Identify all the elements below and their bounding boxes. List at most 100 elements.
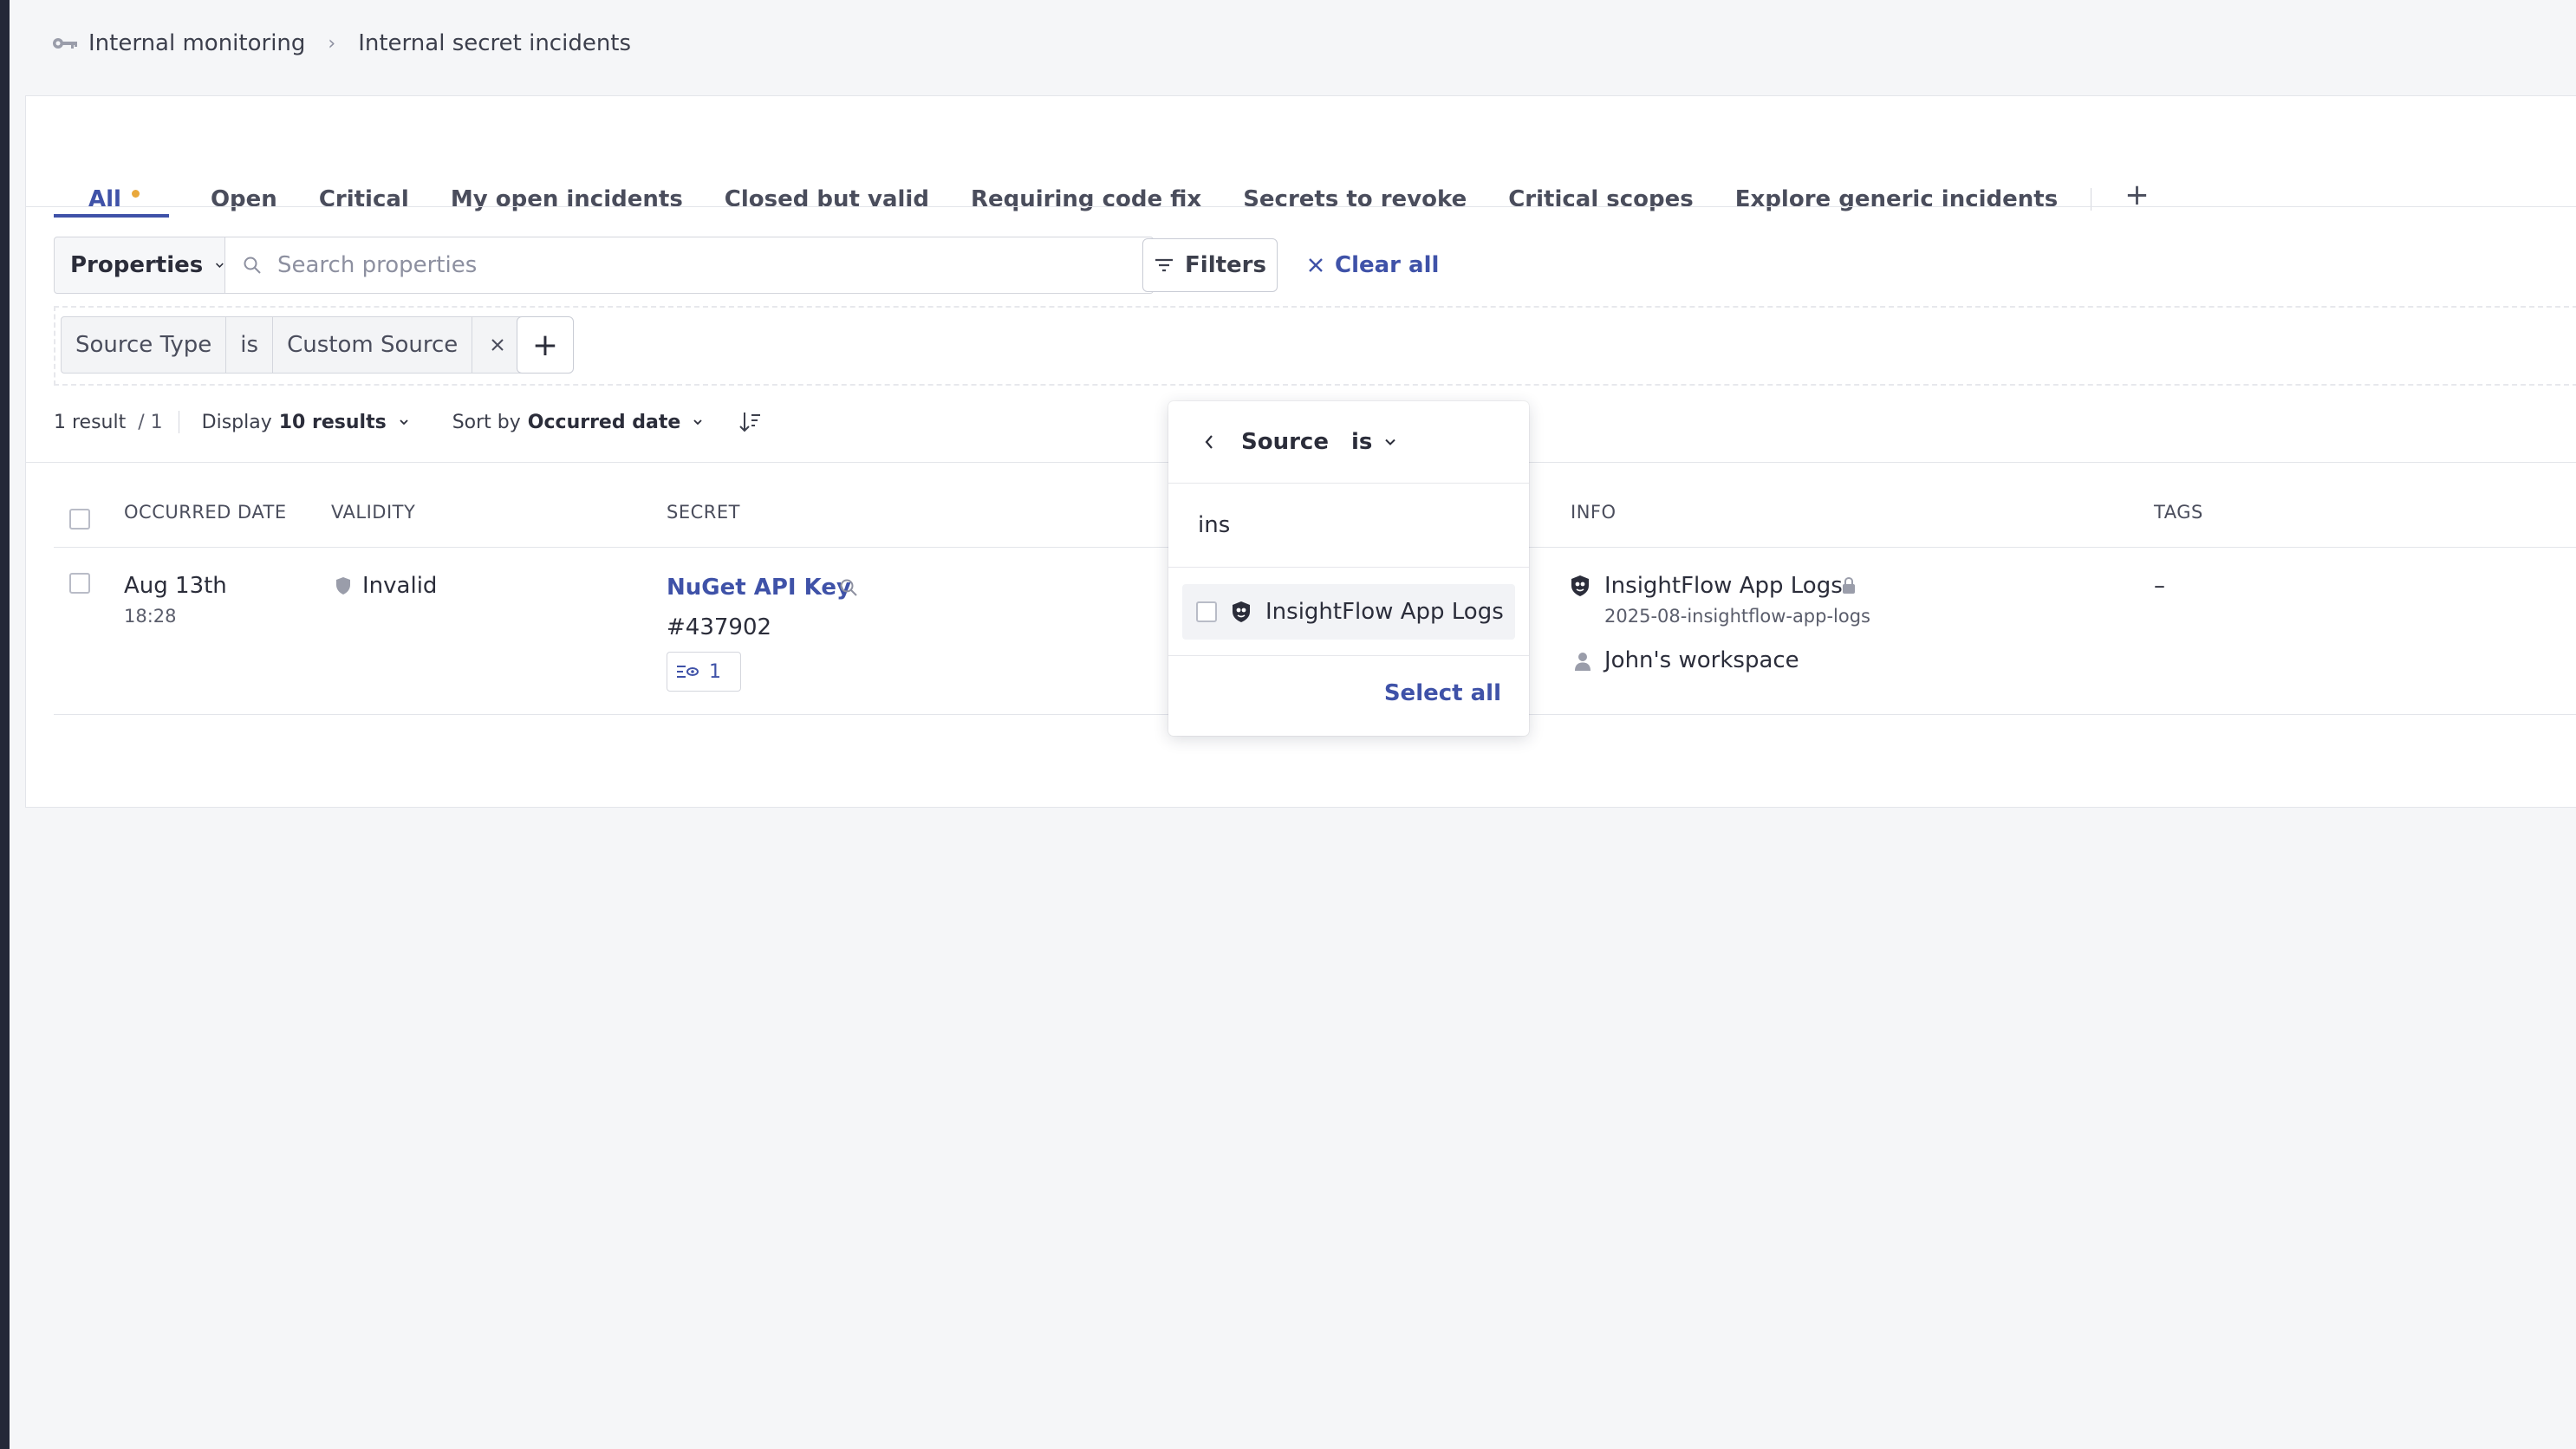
- source-search-input[interactable]: [1196, 511, 1494, 539]
- source-option[interactable]: InsightFlow App Logs: [1182, 584, 1515, 640]
- tab-label: My open incidents: [450, 186, 683, 212]
- dropdown-footer-line: [1168, 655, 1529, 656]
- select-all-checkbox[interactable]: [69, 509, 90, 530]
- source-filter-dropdown: Source is InsightFlow App Logs Select al…: [1168, 401, 1529, 736]
- tab-critical[interactable]: Critical: [319, 133, 409, 214]
- header-secret[interactable]: SECRET: [667, 502, 740, 523]
- tab-label: All: [88, 186, 121, 212]
- chip-operator[interactable]: is: [226, 317, 274, 373]
- header-validity[interactable]: VALIDITY: [331, 502, 415, 523]
- display-value: 10 results: [278, 411, 387, 433]
- close-icon: [1309, 258, 1323, 272]
- remove-filter-button[interactable]: [472, 317, 523, 373]
- secret-name-link[interactable]: NuGet API Key: [667, 575, 851, 601]
- tab-label: Closed but valid: [724, 186, 929, 212]
- select-all-button[interactable]: Select all: [1384, 680, 1501, 706]
- sort-by-select[interactable]: Sort by Occurred date: [452, 412, 704, 433]
- row-checkbox[interactable]: [69, 573, 90, 594]
- tab-all[interactable]: All: [54, 133, 169, 218]
- info-source-sub: 2025-08-insightflow-app-logs: [1604, 606, 1871, 627]
- page-count: / 1: [138, 411, 163, 433]
- add-filter-button[interactable]: +: [517, 316, 574, 374]
- tab-my-open-incidents[interactable]: My open incidents: [451, 133, 683, 214]
- chevron-right-icon: ›: [328, 32, 336, 55]
- tab-secrets-to-revoke[interactable]: Secrets to revoke: [1243, 133, 1467, 214]
- info-workspace: John's workspace: [1604, 647, 1799, 673]
- properties-dropdown[interactable]: Properties: [54, 237, 225, 294]
- chip-value[interactable]: Custom Source: [273, 317, 473, 373]
- dropdown-search: [1168, 484, 1529, 568]
- breadcrumb: Internal monitoring › Internal secret in…: [52, 26, 631, 61]
- info-source: InsightFlow App Logs: [1604, 573, 1843, 599]
- lock-icon: [1843, 576, 1855, 594]
- tab-critical-scopes[interactable]: Critical scopes: [1508, 133, 1694, 214]
- operator-select[interactable]: is: [1351, 429, 1396, 455]
- search-properties-box: [225, 237, 1154, 294]
- display-prefix: Display: [201, 411, 272, 433]
- chevron-down-icon: [693, 419, 702, 426]
- tab-label: Critical scopes: [1508, 186, 1694, 212]
- search-icon: [244, 257, 261, 274]
- tab-label: Secrets to revoke: [1243, 186, 1467, 212]
- sort-direction-icon[interactable]: [738, 410, 762, 434]
- tab-closed-but-valid[interactable]: Closed but valid: [725, 133, 929, 214]
- insightflow-logo-icon: [1571, 575, 1589, 596]
- chevron-down-icon: [1385, 439, 1396, 445]
- clear-all-label: Clear all: [1335, 252, 1440, 278]
- close-icon: [491, 339, 504, 351]
- occurrences-icon: [677, 666, 699, 678]
- shield-icon: [336, 577, 350, 595]
- header-info[interactable]: INFO: [1571, 502, 1617, 523]
- header-tags[interactable]: TAGS: [2154, 502, 2203, 523]
- breadcrumb-root[interactable]: Internal monitoring: [88, 30, 305, 56]
- breadcrumb-current: Internal secret incidents: [358, 30, 632, 56]
- properties-label: Properties: [70, 252, 204, 278]
- secret-id: #437902: [667, 614, 772, 640]
- tab-label: Critical: [318, 186, 409, 212]
- occurrences-badge[interactable]: 1: [667, 652, 741, 692]
- dropdown-header: Source is: [1168, 401, 1529, 484]
- occurred-date: Aug 13th: [124, 573, 227, 599]
- option-checkbox[interactable]: [1196, 601, 1217, 622]
- chip-field[interactable]: Source Type: [62, 317, 227, 373]
- filters-button[interactable]: Filters: [1142, 238, 1278, 292]
- add-view-button[interactable]: +: [2124, 178, 2150, 212]
- unsaved-dot: [131, 190, 140, 198]
- tags-value: –: [2154, 573, 2165, 599]
- filters-label: Filters: [1185, 252, 1266, 278]
- tab-label: Open: [210, 186, 277, 212]
- tab-requiring-code-fix[interactable]: Requiring code fix: [971, 133, 1201, 214]
- result-count-label: 1 result: [54, 411, 127, 433]
- occurrences-count: 1: [709, 660, 721, 683]
- user-icon: [1575, 653, 1590, 671]
- sort-value: Occurred date: [527, 411, 681, 433]
- result-count: 1 result / 1: [54, 412, 163, 433]
- operator-label: is: [1350, 429, 1373, 455]
- display-count-select[interactable]: Display 10 results: [202, 412, 409, 433]
- header-occurred-date[interactable]: OCCURRED DATE: [124, 502, 287, 523]
- occurred-time: 18:28: [124, 606, 177, 627]
- tabs-divider-line: [26, 206, 2576, 207]
- left-rail: [0, 0, 10, 1449]
- tab-open[interactable]: Open: [211, 133, 277, 214]
- tab-label: Requiring code fix: [970, 186, 1202, 212]
- insightflow-logo-icon: [1233, 601, 1250, 622]
- dropdown-field-label: Source: [1241, 429, 1329, 455]
- search-icon[interactable]: [839, 578, 858, 597]
- search-input[interactable]: [276, 251, 1059, 279]
- view-tabs: All Open Critical My open incidents Clos…: [54, 133, 2150, 218]
- chevron-down-icon: [400, 419, 408, 426]
- option-label: InsightFlow App Logs: [1265, 599, 1504, 625]
- chevron-left-icon[interactable]: [1203, 433, 1215, 451]
- results-toolbar: 1 result / 1 Display 10 results Sort by Oc…: [54, 401, 762, 443]
- tab-explore-generic-incidents[interactable]: Explore generic incidents: [1735, 133, 2058, 214]
- validity-status: Invalid: [362, 573, 438, 599]
- filter-chip[interactable]: Source Type is Custom Source: [61, 316, 524, 374]
- tab-label: Explore generic incidents: [1734, 186, 2059, 212]
- incidents-card: All Open Critical My open incidents Clos…: [25, 95, 2576, 808]
- sort-prefix: Sort by: [452, 411, 521, 433]
- chevron-down-icon: [216, 263, 224, 269]
- key-icon: [53, 38, 77, 49]
- filter-icon: [1155, 258, 1174, 272]
- clear-all-button[interactable]: Clear all: [1307, 238, 1439, 292]
